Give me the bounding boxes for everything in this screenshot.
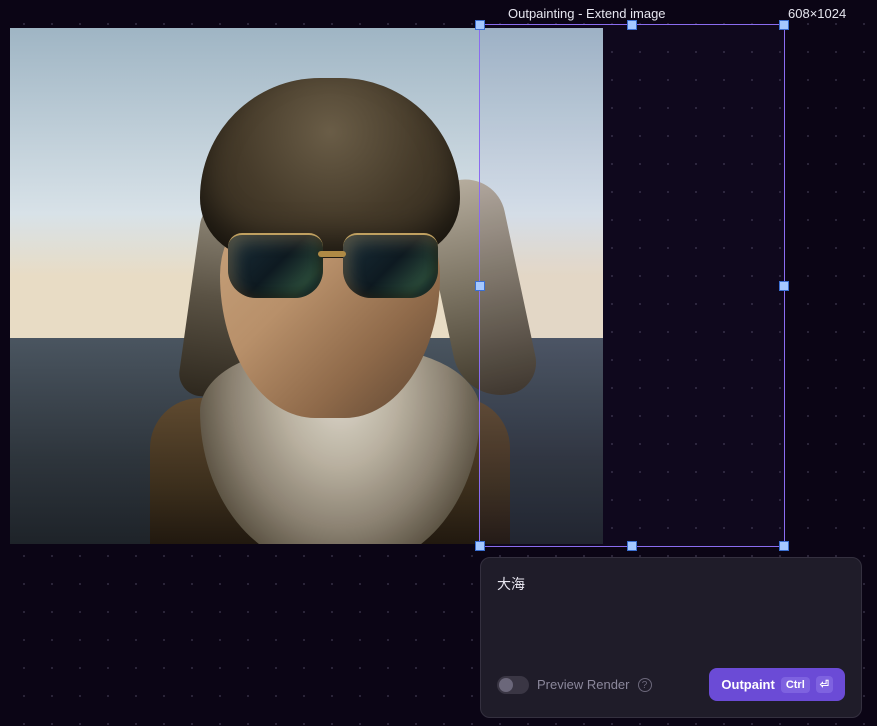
prompt-panel: Preview Render ? Outpaint Ctrl ⏎ bbox=[480, 557, 862, 718]
source-image[interactable] bbox=[10, 28, 603, 544]
toggle-switch[interactable] bbox=[497, 676, 529, 694]
preview-render-label: Preview Render bbox=[537, 677, 630, 692]
resize-handle-br[interactable] bbox=[779, 541, 789, 551]
shortcut-enter-icon: ⏎ bbox=[816, 676, 833, 693]
resize-handle-tm[interactable] bbox=[627, 20, 637, 30]
preview-render-toggle[interactable]: Preview Render ? bbox=[497, 676, 652, 694]
prompt-input[interactable] bbox=[497, 574, 845, 660]
resize-handle-ml[interactable] bbox=[475, 281, 485, 291]
resize-handle-mr[interactable] bbox=[779, 281, 789, 291]
resize-handle-tl[interactable] bbox=[475, 20, 485, 30]
resize-handle-bm[interactable] bbox=[627, 541, 637, 551]
resize-handle-bl[interactable] bbox=[475, 541, 485, 551]
shortcut-ctrl: Ctrl bbox=[781, 677, 810, 693]
outpaint-button-label: Outpaint bbox=[721, 677, 774, 692]
selection-mode-label: Outpainting - Extend image bbox=[508, 6, 666, 21]
resize-handle-tr[interactable] bbox=[779, 20, 789, 30]
panel-footer: Preview Render ? Outpaint Ctrl ⏎ bbox=[497, 668, 845, 701]
selection-dimensions: 608×1024 bbox=[788, 6, 846, 21]
image-content bbox=[10, 28, 603, 544]
toggle-knob bbox=[499, 678, 513, 692]
outpaint-button[interactable]: Outpaint Ctrl ⏎ bbox=[709, 668, 845, 701]
help-icon[interactable]: ? bbox=[638, 678, 652, 692]
